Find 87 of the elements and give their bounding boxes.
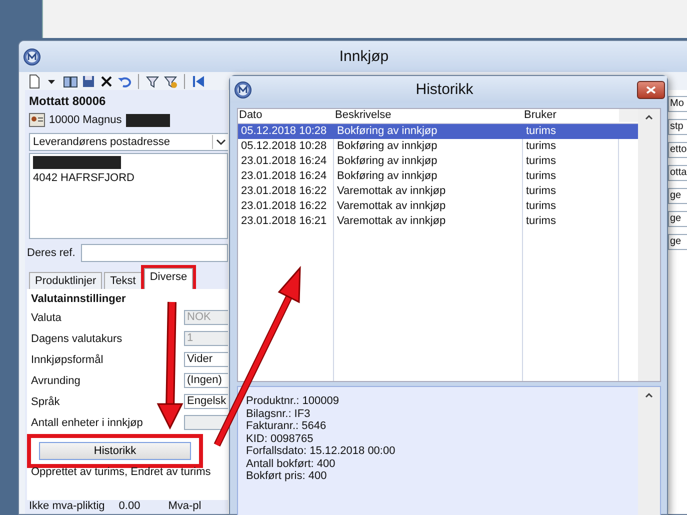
table-cell-text: 23.01.2018 16:21 [240,214,328,229]
table-cell-text: Varemottak av innkjøp [336,199,447,214]
table-cell-text: Bokføring av innkjøp [336,169,438,184]
detail-line: Produktnr.: 100009 [246,395,340,408]
table-cell-text: Bokføring av innkjøp [336,154,438,169]
close-button[interactable] [637,80,665,98]
scrollbar[interactable] [638,109,660,381]
address-box[interactable]: 4042 HAFRSFJORD [29,153,228,239]
detail-line: Antall bokført: 400 [246,458,336,470]
table-cell-text: Bokføring av innkjøp [336,124,438,139]
column-header [619,109,638,122]
history-row[interactable]: 23.01.2018 16:21 Varemottak av innkjøp turims [238,214,638,229]
column-header[interactable]: Dato [238,109,334,122]
audit-text: Opprettet av turims, Endret av turims [31,466,212,478]
input-field[interactable]: ge [668,211,687,227]
input-field[interactable]: ge [668,188,687,204]
field-label: Mva-pl [168,500,202,512]
book-icon[interactable] [63,74,78,88]
input-field[interactable]: Mo [668,96,687,112]
history-row[interactable]: 23.01.2018 16:24 Bokføring av innkjøp turims [238,154,638,169]
field-label: Antall enheter i innkjøp [31,416,143,428]
table-cell-text: 23.01.2018 16:22 [240,184,328,199]
input-field[interactable]: stp [668,119,687,135]
table-cell-text: turims [525,214,557,229]
input-field[interactable]: Vider [184,352,228,367]
redaction-block [126,114,170,126]
table-cell-text: turims [525,169,557,184]
supplier-name: 10000 Magnus [49,114,122,126]
field-label: Valuta [31,312,62,324]
field-label: Deres ref. [27,247,76,259]
tab[interactable]: Produktlinjer [29,272,102,289]
history-row[interactable]: 23.01.2018 16:22 Varemottak av innkjøp turims [238,184,638,199]
field-label: Ikke mva-pliktig [29,500,105,512]
scrollbar[interactable] [638,387,660,515]
table-cell-text: turims [525,124,557,139]
app-logo-icon [234,80,252,98]
detail-line: KID: 0098765 [246,432,314,445]
address-dropdown[interactable]: Leverandørens postadresse [29,133,230,151]
table-cell-text: Varemottak av innkjøp [336,184,447,199]
filter-clear-icon[interactable] [163,74,178,88]
input-field[interactable]: Engelsk [184,394,228,409]
scroll-up-icon[interactable] [644,391,654,399]
input-field[interactable]: (Ingen) [184,373,228,388]
window-title: Innkjøp [338,48,390,65]
table-cell-text: 05.12.2018 10:28 [240,124,328,139]
amount-value: 0.00 [118,500,140,512]
detail-line: Fakturanr.: 5646 [246,420,328,432]
tab[interactable]: Diverse [144,268,194,289]
table-cell-text: turims [525,154,557,169]
field-label: Avrunding [31,374,80,386]
column-header[interactable]: Beskrivelse [334,109,523,122]
column-header[interactable]: Bruker [523,109,619,122]
record-heading: Mottatt 80006 [29,94,107,108]
history-row[interactable]: 23.01.2018 16:22 Varemottak av innkjøp turims [238,199,638,214]
close-icon[interactable] [99,74,114,88]
input-field[interactable]: ge [668,234,687,250]
table-cell-text: turims [525,139,557,154]
scroll-up-icon[interactable] [644,113,654,121]
field-label: Språk [31,396,60,408]
input-field[interactable] [81,244,228,262]
table-cell-text: turims [525,184,557,199]
field-label: Dagens valutakurs [31,332,122,344]
history-row[interactable]: 05.12.2018 10:28 Bokføring av innkjøp turims [238,139,638,154]
section-title: Valutainnstillinger [31,293,127,305]
history-row[interactable]: 23.01.2018 16:24 Bokføring av innkjøp turims [238,169,638,184]
tab[interactable]: Tekst [104,272,142,289]
table-cell-text: 05.12.2018 10:28 [240,139,328,154]
history-row[interactable]: 05.12.2018 10:28 Bokføring av innkjøp turims [238,124,638,139]
detail-line: Forfallsdato: 15.12.2018 00:00 [246,445,396,458]
table-cell-text: 23.01.2018 16:24 [240,169,328,184]
table-cell-text: Bokføring av innkjøp [336,139,438,154]
input-field[interactable]: otta [668,165,687,181]
save-icon[interactable] [81,74,96,88]
table-cell-text: Varemottak av innkjøp [336,214,447,229]
detail-line: Bokført pris: 400 [246,470,328,482]
input-field[interactable]: etto [668,142,687,158]
contact-card-icon[interactable] [29,113,45,127]
table-cell-text: 23.01.2018 16:24 [240,154,328,169]
detail-line: Bilagsnr.: IF3 [246,408,312,420]
history-button[interactable]: Historikk [39,442,191,460]
app-logo-icon [23,48,41,66]
dialog-title: Historikk [414,81,474,98]
table-cell-text: turims [525,199,557,214]
address-line: 4042 HAFRSFJORD [33,172,136,184]
table-cell-text: 23.01.2018 16:22 [240,199,328,214]
field-label: Innkjøpsformål [31,354,104,366]
first-record-icon[interactable] [191,74,206,88]
